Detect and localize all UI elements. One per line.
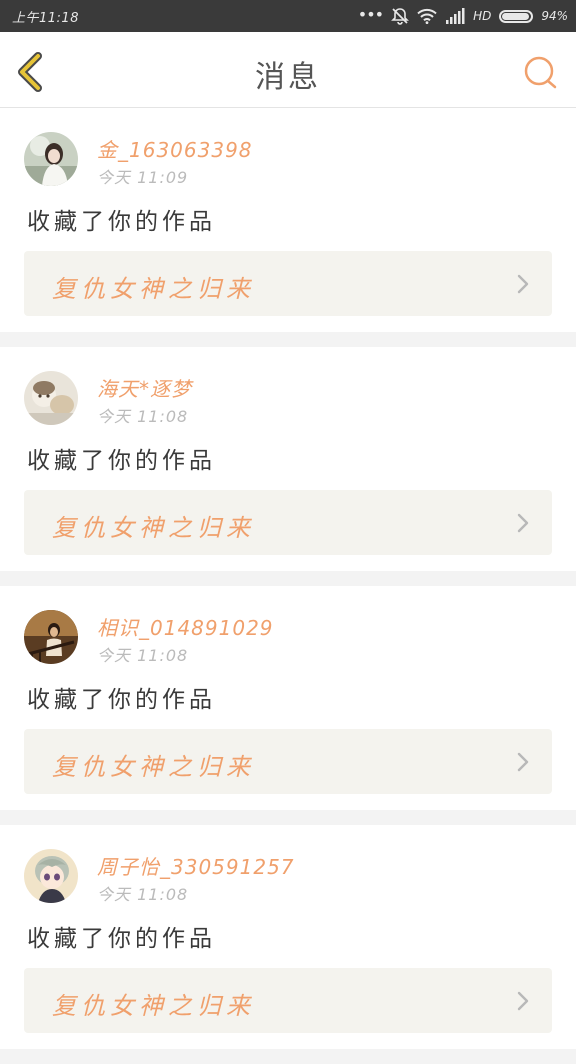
work-link[interactable]: 复仇女神之归来 — [24, 251, 552, 316]
message-item: 海天*逐梦 今天 11:08 收藏了你的作品 复仇女神之归来 — [0, 347, 576, 571]
action-text: 收藏了你的作品 — [27, 448, 216, 474]
chevron-right-icon — [517, 991, 529, 1011]
work-title: 复仇女神之归来 — [52, 514, 255, 542]
signal-icon — [446, 8, 465, 24]
status-icons: ••• HD 94% — [358, 6, 568, 26]
timestamp: 今天 11:09 — [97, 168, 189, 187]
message-item: 周子怡_330591257 今天 11:08 收藏了你的作品 复仇女神之归来 — [0, 825, 576, 1049]
message-list: 金_163063398 今天 11:09 收藏了你的作品 复仇女神之归来 海天*… — [0, 108, 576, 1064]
work-title: 复仇女神之归来 — [52, 753, 255, 781]
chevron-right-icon — [517, 752, 529, 772]
status-bar: 上午11:18 ••• HD 94% — [0, 0, 576, 32]
username[interactable]: 金_163063398 — [97, 134, 253, 163]
search-button[interactable] — [520, 54, 560, 92]
timestamp: 今天 11:08 — [97, 885, 189, 904]
work-link[interactable]: 复仇女神之归来 — [24, 968, 552, 1033]
mute-icon — [391, 8, 409, 25]
action-text: 收藏了你的作品 — [27, 209, 216, 235]
action-text: 收藏了你的作品 — [27, 687, 216, 713]
battery-fill — [502, 12, 529, 20]
search-icon — [524, 56, 557, 89]
work-title: 复仇女神之归来 — [52, 275, 255, 303]
app-header: 消息 — [0, 32, 576, 108]
username[interactable]: 周子怡_330591257 — [97, 851, 295, 880]
battery-icon — [499, 9, 534, 23]
timestamp: 今天 11:08 — [97, 646, 189, 665]
avatar[interactable] — [24, 849, 78, 903]
chevron-right-icon — [517, 513, 529, 533]
chevron-right-icon — [517, 274, 529, 294]
work-link[interactable]: 复仇女神之归来 — [24, 490, 552, 555]
timestamp: 今天 11:08 — [97, 407, 189, 426]
status-time: 上午11:18 — [12, 11, 79, 26]
wifi-icon — [417, 8, 437, 24]
network-type: HD — [473, 9, 492, 23]
action-text: 收藏了你的作品 — [27, 926, 216, 952]
avatar[interactable] — [24, 132, 78, 186]
page-title: 消息 — [255, 60, 321, 95]
battery-percent: 94% — [541, 9, 568, 23]
work-title: 复仇女神之归来 — [52, 992, 255, 1020]
work-link[interactable]: 复仇女神之归来 — [24, 729, 552, 794]
avatar[interactable] — [24, 371, 78, 425]
username[interactable]: 相识_014891029 — [97, 612, 274, 641]
avatar[interactable] — [24, 610, 78, 664]
message-item: 相识_014891029 今天 11:08 收藏了你的作品 复仇女神之归来 — [0, 586, 576, 810]
more-notifications-icon: ••• — [357, 5, 384, 24]
message-item: 金_163063398 今天 11:09 收藏了你的作品 复仇女神之归来 — [0, 108, 576, 332]
username[interactable]: 海天*逐梦 — [97, 373, 192, 402]
